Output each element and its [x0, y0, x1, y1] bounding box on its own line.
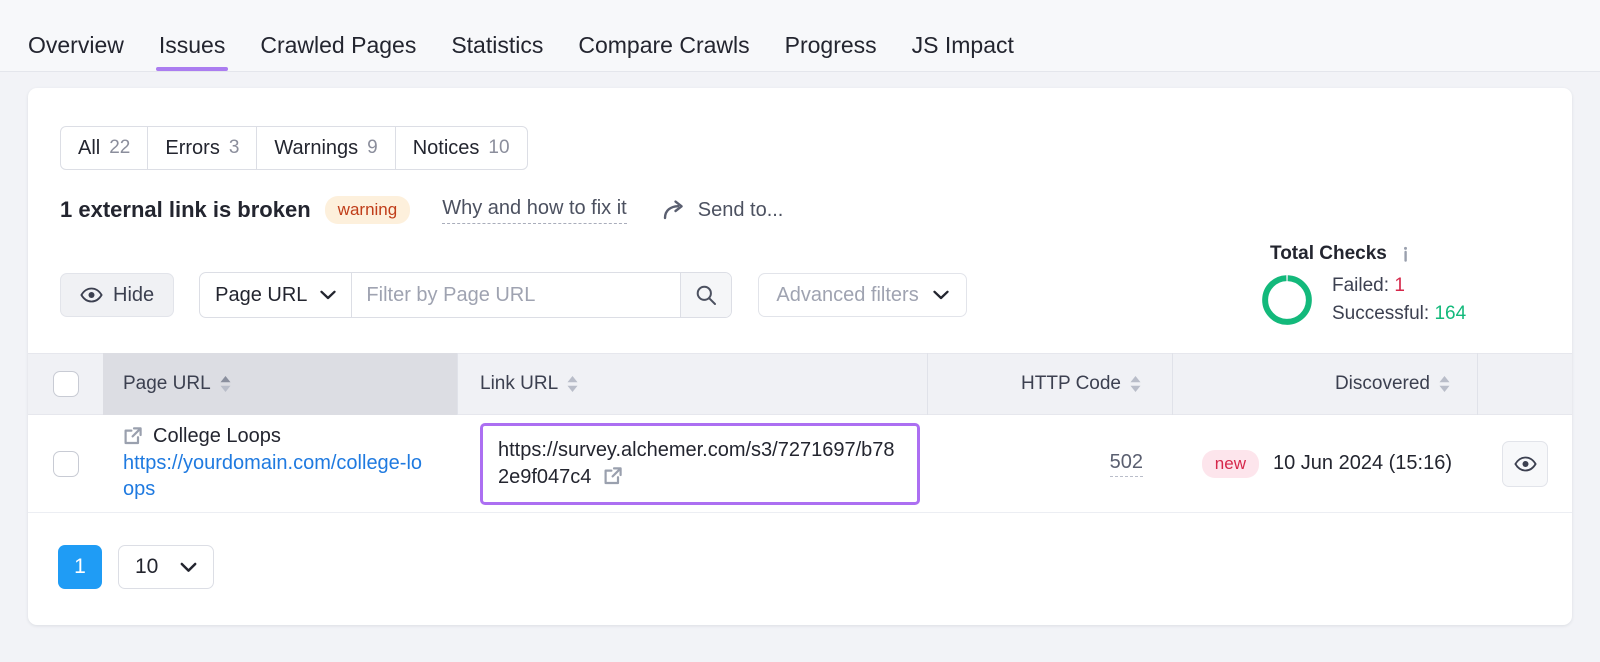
tab-compare-crawls[interactable]: Compare Crawls: [578, 34, 749, 71]
link-url-text[interactable]: https://survey.alchemer.com/s3/7271697/b…: [498, 439, 895, 488]
filter-warnings[interactable]: Warnings 9: [257, 127, 395, 169]
new-badge: new: [1202, 450, 1259, 478]
filter-errors-count: 3: [229, 137, 240, 159]
total-checks-title: Total Checks: [1270, 243, 1387, 265]
status-badge: warning: [325, 196, 411, 224]
filter-field-value: Page URL: [215, 284, 307, 307]
filter-warnings-count: 9: [367, 137, 378, 159]
header-discovered-label: Discovered: [1335, 373, 1430, 395]
issues-card: All 22 Errors 3 Warnings 9 Notices 10 1 …: [28, 88, 1572, 625]
sort-arrows-icon: [566, 374, 579, 394]
tab-statistics[interactable]: Statistics: [451, 34, 543, 71]
sort-arrows-icon: [1438, 374, 1451, 394]
cell-discovered: new 10 Jun 2024 (15:16): [1173, 415, 1478, 513]
header-actions: [1478, 353, 1572, 415]
cell-actions: [1478, 415, 1572, 513]
header-discovered[interactable]: Discovered: [1173, 353, 1478, 415]
header-page-url[interactable]: Page URL: [103, 353, 458, 415]
filters-toolbar: Hide Page URL Advanced filters: [60, 273, 967, 317]
failed-value: 1: [1394, 275, 1405, 296]
cell-http-code: 502: [928, 415, 1173, 513]
chevron-down-icon: [320, 290, 336, 300]
external-link-icon[interactable]: [603, 466, 623, 486]
filter-warnings-label: Warnings: [274, 137, 358, 160]
eye-icon: [80, 287, 103, 303]
checks-donut-chart: [1260, 273, 1314, 327]
sort-arrows-icon: [219, 374, 232, 394]
filter-search-group: Page URL: [199, 272, 732, 318]
tab-progress[interactable]: Progress: [785, 34, 877, 71]
tab-overview[interactable]: Overview: [28, 34, 124, 71]
pagination: 1 10: [58, 545, 214, 589]
total-checks-legend: Failed: 1 Successful: 164: [1332, 272, 1466, 327]
page-url-link[interactable]: https://yourdomain.com/college-loops: [123, 451, 423, 502]
tab-crawled-pages[interactable]: Crawled Pages: [260, 34, 416, 71]
filter-errors-label: Errors: [165, 137, 219, 160]
chevron-down-icon: [933, 290, 949, 300]
row-select-cell: [28, 415, 103, 513]
why-and-how-to-fix-link[interactable]: Why and how to fix it: [442, 197, 627, 224]
chevron-down-icon: [180, 562, 197, 573]
successful-value: 164: [1434, 303, 1466, 324]
advanced-filters-label: Advanced filters: [776, 284, 918, 307]
table-row: College Loops https://yourdomain.com/col…: [28, 415, 1572, 513]
issue-title: 1 external link is broken: [60, 197, 311, 223]
cell-page-url: College Loops https://yourdomain.com/col…: [103, 415, 458, 513]
filter-notices-label: Notices: [413, 137, 480, 160]
total-checks-widget: Total Checks Failed: 1 Successful: 164: [1260, 243, 1530, 327]
per-page-value: 10: [135, 555, 158, 579]
row-checkbox[interactable]: [53, 451, 79, 477]
search-icon: [695, 284, 717, 306]
eye-icon: [1514, 456, 1537, 472]
page-title-line: College Loops: [123, 425, 423, 448]
failed-line: Failed: 1: [1332, 272, 1466, 300]
link-url-highlight: https://survey.alchemer.com/s3/7271697/b…: [480, 423, 920, 505]
failed-label: Failed:: [1332, 275, 1389, 296]
filter-errors[interactable]: Errors 3: [148, 127, 257, 169]
successful-label: Successful:: [1332, 303, 1429, 324]
filter-all-count: 22: [109, 137, 130, 159]
advanced-filters-dropdown[interactable]: Advanced filters: [758, 273, 966, 317]
sort-arrows-icon: [1129, 374, 1142, 394]
http-code-value[interactable]: 502: [1110, 451, 1143, 477]
main-tab-bar: Overview Issues Crawled Pages Statistics…: [0, 0, 1600, 72]
external-link-icon: [123, 426, 143, 446]
tab-issues[interactable]: Issues: [159, 34, 225, 71]
header-page-url-label: Page URL: [123, 373, 211, 395]
table-header-row: Page URL Link URL HTTP Code: [28, 353, 1572, 415]
filter-all[interactable]: All 22: [61, 127, 148, 169]
filter-input[interactable]: [352, 273, 680, 317]
total-checks-header: Total Checks: [1260, 243, 1530, 265]
info-icon[interactable]: [1397, 246, 1414, 263]
page-title: College Loops: [153, 425, 281, 448]
per-page-select[interactable]: 10: [118, 545, 214, 589]
filter-all-label: All: [78, 137, 100, 160]
filter-notices[interactable]: Notices 10: [396, 127, 527, 169]
successful-line: Successful: 164: [1332, 300, 1466, 328]
hide-button[interactable]: Hide: [60, 273, 174, 317]
header-link-url-label: Link URL: [480, 373, 558, 395]
select-all-checkbox[interactable]: [53, 371, 79, 397]
issue-type-filter: All 22 Errors 3 Warnings 9 Notices 10: [60, 126, 528, 170]
header-link-url[interactable]: Link URL: [458, 353, 928, 415]
share-arrow-icon: [663, 199, 687, 221]
page-button-1[interactable]: 1: [58, 545, 102, 589]
cell-link-url: https://survey.alchemer.com/s3/7271697/b…: [458, 415, 928, 513]
select-all-cell: [28, 353, 103, 415]
filter-notices-count: 10: [488, 137, 509, 159]
header-http-code-label: HTTP Code: [1021, 373, 1121, 395]
preview-button[interactable]: [1502, 441, 1548, 487]
hide-button-label: Hide: [113, 284, 154, 307]
tab-js-impact[interactable]: JS Impact: [912, 34, 1014, 71]
search-button[interactable]: [680, 273, 731, 317]
send-to-label: Send to...: [698, 199, 784, 222]
send-to-button[interactable]: Send to...: [663, 199, 784, 222]
issue-header: 1 external link is broken warning Why an…: [60, 193, 783, 227]
total-checks-body: Failed: 1 Successful: 164: [1260, 272, 1530, 327]
discovered-date: 10 Jun 2024 (15:16): [1273, 452, 1452, 475]
filter-field-select[interactable]: Page URL: [200, 273, 352, 317]
header-http-code[interactable]: HTTP Code: [928, 353, 1173, 415]
